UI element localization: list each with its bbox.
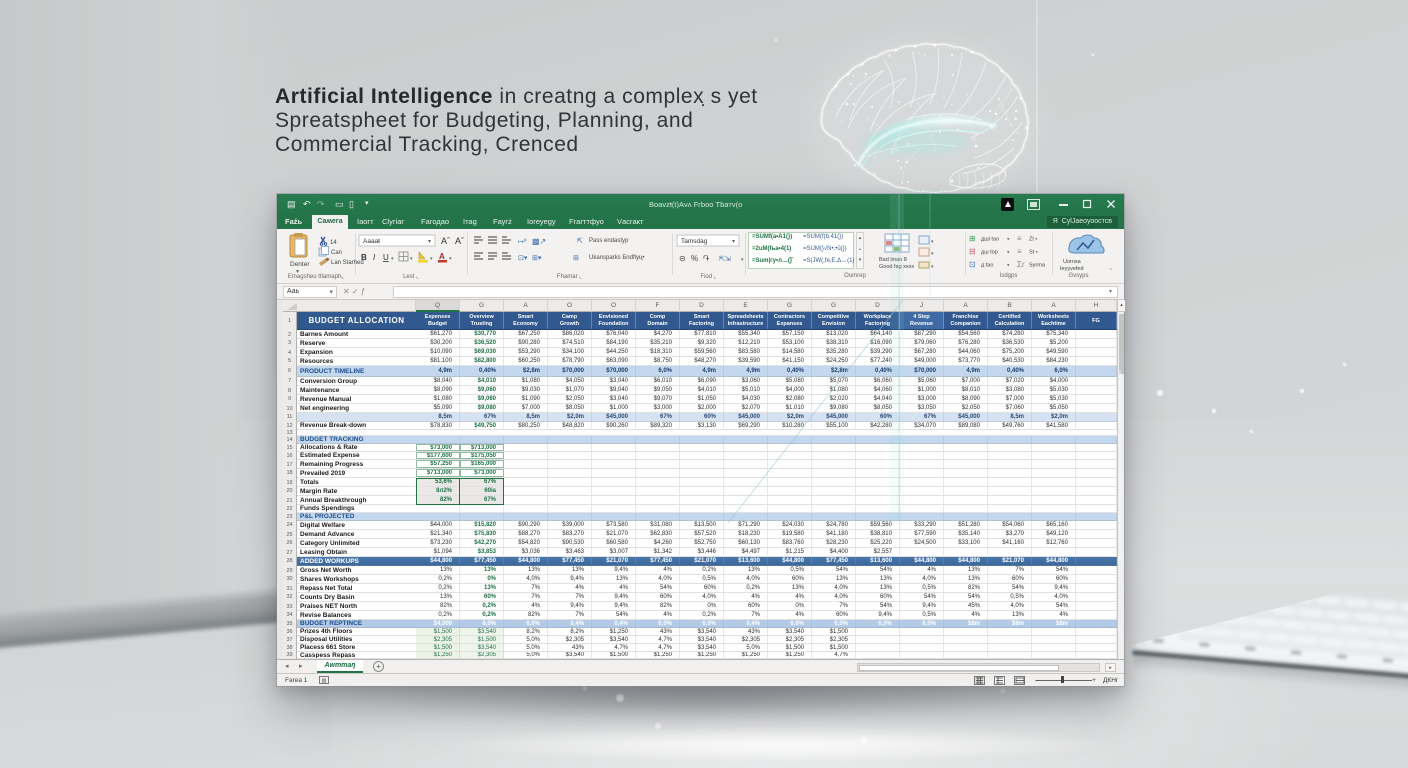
svg-text:▾: ▾: [931, 251, 934, 257]
svg-text:Zt •: Zt •: [1029, 237, 1037, 243]
svg-text:B: B: [361, 253, 367, 262]
svg-text:⊡: ⊡: [969, 260, 976, 269]
svg-text:Bad lmao 8: Bad lmao 8: [879, 257, 907, 263]
svg-text:֏: ֏: [703, 254, 709, 263]
svg-text:▾: ▾: [1007, 237, 1010, 243]
svg-text:Good fag xxxx: Good fag xxxx: [879, 264, 914, 270]
svg-text:St •: St •: [1029, 250, 1038, 256]
svg-text:д tao: д tao: [981, 263, 993, 269]
svg-text:↦º: ↦º: [518, 239, 527, 246]
svg-text:⊞▾: ⊞▾: [532, 255, 542, 262]
svg-text:▾: ▾: [931, 264, 934, 270]
svg-text:A: A: [439, 252, 445, 261]
svg-text:Aˇ: Aˇ: [455, 236, 464, 246]
svg-text:▾: ▾: [732, 239, 735, 245]
svg-text:дш top: дш top: [981, 250, 998, 256]
svg-text:Ieyyvefed: Ieyyvefed: [1060, 266, 1084, 272]
svg-text:Syrma: Syrma: [1029, 263, 1046, 269]
svg-text:▾: ▾: [430, 256, 433, 262]
svg-text:%: %: [691, 254, 698, 263]
svg-text:▾: ▾: [391, 256, 394, 262]
svg-text:▾: ▾: [1007, 263, 1010, 269]
svg-text:Denter: Denter: [290, 261, 310, 268]
svg-text:⊟: ⊟: [969, 247, 976, 256]
svg-text:▾: ▾: [931, 239, 934, 245]
svg-text:U: U: [383, 253, 389, 262]
svg-text:▾: ▾: [741, 257, 744, 263]
svg-text:⊡▾: ⊡▾: [518, 255, 528, 262]
svg-text:▾: ▾: [428, 239, 431, 245]
svg-text:▾: ▾: [1007, 250, 1010, 256]
svg-text:Aaaaŧ: Aaaaŧ: [363, 238, 380, 245]
svg-text:дшl tao: дшl tao: [981, 237, 999, 243]
svg-text:▾: ▾: [449, 256, 452, 262]
svg-text:⊞: ⊞: [969, 234, 976, 243]
svg-text:I: I: [373, 253, 376, 262]
svg-text:▩↗: ▩↗: [532, 237, 546, 246]
svg-text:Can: Can: [331, 250, 342, 256]
svg-text:⊝: ⊝: [679, 254, 686, 263]
svg-text:14: 14: [330, 240, 337, 246]
svg-text:⇱⇲: ⇱⇲: [719, 255, 731, 263]
svg-text:Aˆ: Aˆ: [441, 236, 450, 246]
svg-text:Σr: Σr: [1017, 260, 1025, 269]
svg-text:▾: ▾: [296, 269, 299, 273]
svg-text:≡: ≡: [1017, 234, 1022, 243]
svg-text:Uornsa: Uornsa: [1063, 259, 1082, 265]
svg-text:Tamsdag: Tamsdag: [681, 238, 708, 245]
svg-text:≡: ≡: [1017, 247, 1022, 256]
svg-text:▾: ▾: [410, 256, 413, 262]
